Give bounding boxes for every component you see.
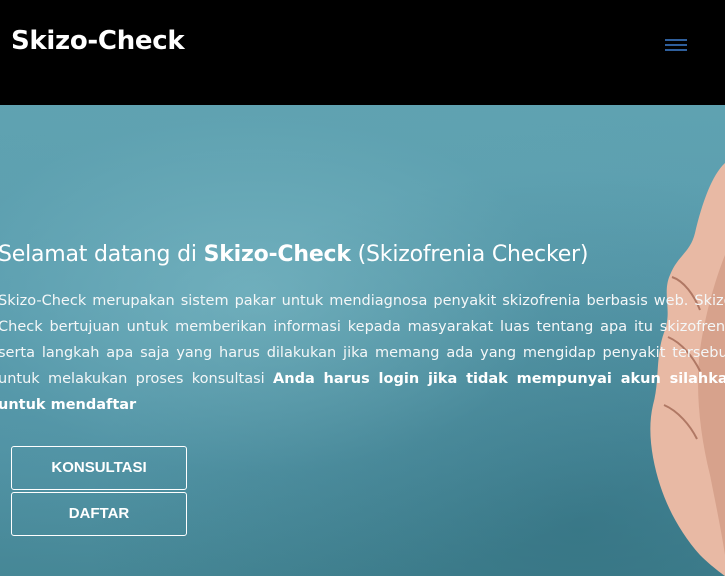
hamburger-line bbox=[665, 49, 687, 51]
title-suffix: (Skizofrenia Checker) bbox=[350, 242, 589, 267]
hero-section: Selamat datang di Skizo-Check (Skizofren… bbox=[0, 105, 725, 576]
hero-title: Selamat datang di Skizo-Check (Skizofren… bbox=[0, 242, 588, 267]
title-prefix: Selamat datang di bbox=[0, 242, 204, 267]
brand-logo[interactable]: Skizo-Check bbox=[11, 26, 185, 56]
hamburger-line bbox=[665, 39, 687, 41]
hamburger-line bbox=[665, 44, 687, 46]
daftar-button[interactable]: DAFTAR bbox=[11, 492, 187, 536]
konsultasi-button[interactable]: KONSULTASI bbox=[11, 446, 187, 490]
navbar: Skizo-Check bbox=[0, 0, 725, 105]
hamburger-menu-icon[interactable] bbox=[664, 34, 688, 54]
hero-description: Skizo-Check merupakan sistem pakar untuk… bbox=[0, 288, 725, 418]
title-brand: Skizo-Check bbox=[203, 242, 351, 267]
